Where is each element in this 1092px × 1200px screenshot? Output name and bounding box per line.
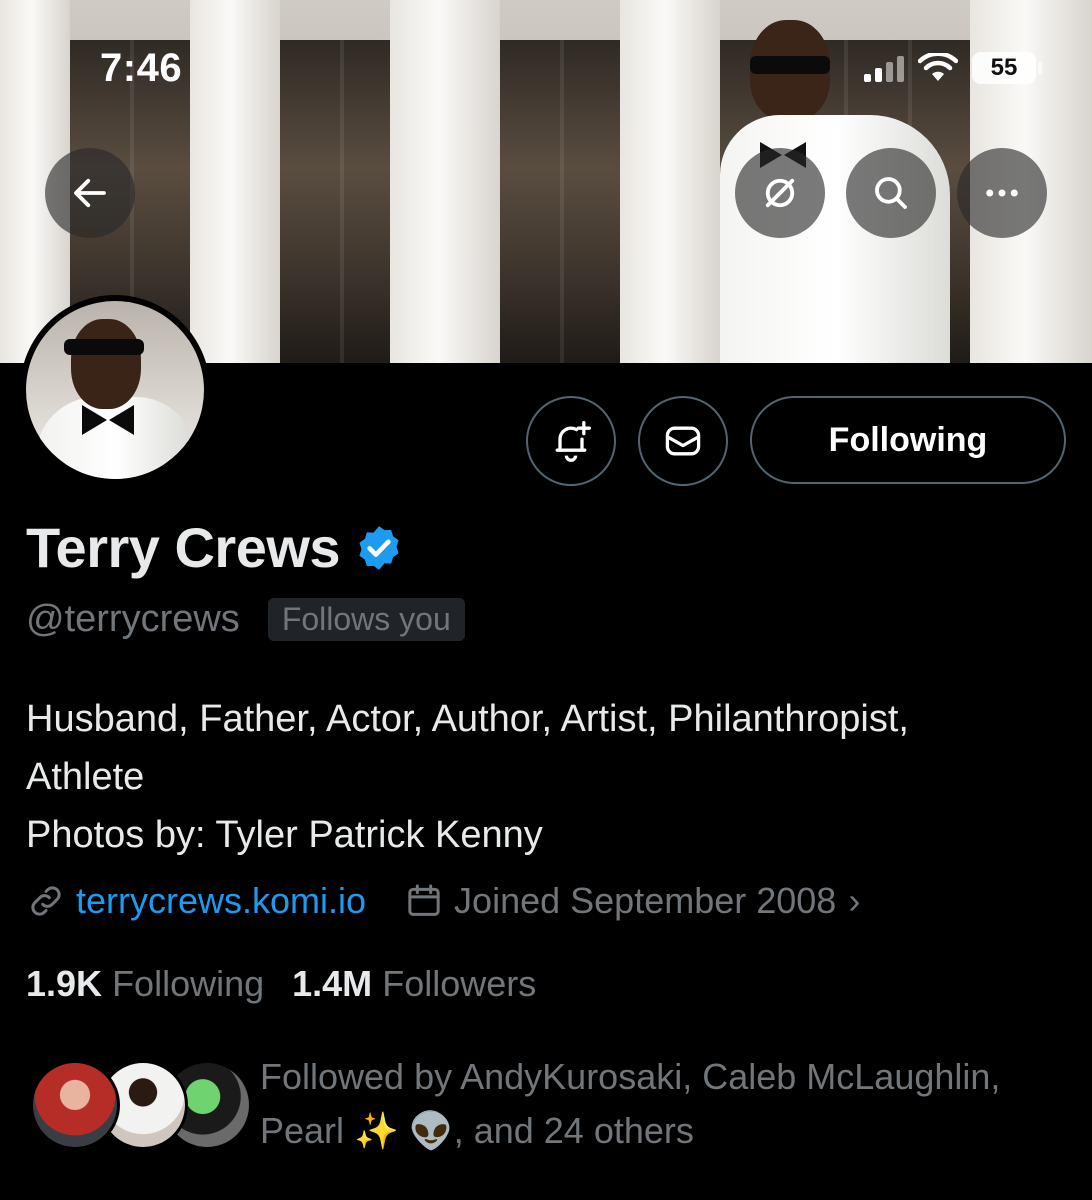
profile-avatar[interactable]	[20, 295, 210, 485]
bell-plus-icon	[555, 421, 591, 462]
name-row: Terry Crews	[26, 515, 404, 580]
banner-pillar	[190, 0, 280, 363]
verified-badge-icon[interactable]	[354, 523, 404, 573]
message-button[interactable]	[638, 396, 728, 486]
link-icon	[31, 886, 61, 916]
profile-meta: terrycrews.komi.io Joined September 2008…	[26, 880, 860, 922]
back-button[interactable]	[45, 148, 135, 238]
handle: @terrycrews	[26, 598, 240, 640]
followed-by-suffix: , and 24 others	[453, 1110, 694, 1151]
avatar	[30, 1060, 120, 1150]
bio-line: Photos by: Tyler Patrick Kenny	[26, 814, 543, 856]
notifications-button[interactable]	[526, 396, 616, 486]
followed-by-text: Followed by AndyKurosaki, Caleb McLaughl…	[260, 1050, 1080, 1158]
battery-indicator: 55	[972, 52, 1042, 84]
followed-by[interactable]: Followed by AndyKurosaki, Caleb McLaughl…	[26, 1050, 1086, 1160]
followed-by-line: Followed by AndyKurosaki, Caleb McLaughl…	[260, 1056, 1001, 1097]
banner-pillar	[390, 0, 500, 363]
followers-label: Followers	[382, 963, 537, 1004]
followed-by-name: Pearl	[260, 1110, 345, 1151]
more-button[interactable]	[957, 148, 1047, 238]
grok-icon	[765, 178, 795, 208]
following-button[interactable]: Following	[750, 396, 1066, 484]
chevron-right-icon[interactable]: ›	[848, 880, 860, 922]
followers-count-link[interactable]: 1.4M Followers	[292, 963, 536, 1005]
banner-pillar	[620, 0, 720, 363]
bio: Husband, Father, Actor, Author, Artist, …	[26, 690, 1066, 864]
bio-line: Athlete	[26, 756, 145, 798]
followed-by-avatars	[26, 1060, 252, 1150]
signal-icon	[864, 54, 904, 82]
calendar-icon	[408, 884, 440, 916]
sparkles-alien-emoji: ✨ 👽	[354, 1110, 454, 1151]
banner-window	[280, 40, 390, 363]
status-time: 7:46	[100, 46, 183, 90]
following-count: 1.9K	[26, 963, 103, 1004]
following-count-link[interactable]: 1.9K Following	[26, 963, 264, 1005]
display-name: Terry Crews	[26, 516, 341, 579]
banner-window	[500, 40, 620, 363]
back-arrow-icon	[74, 178, 106, 208]
following-label: Following	[112, 963, 265, 1004]
search-icon	[875, 177, 907, 209]
handle-row: @terrycrews Follows you	[26, 598, 465, 641]
envelope-icon	[665, 426, 701, 456]
website-link[interactable]: terrycrews.komi.io	[76, 880, 366, 922]
search-button[interactable]	[846, 148, 936, 238]
followed-by-line: Pearl ✨ 👽, and 24 others	[260, 1104, 1080, 1158]
more-icon	[986, 189, 1018, 197]
bio-line: Husband, Father, Actor, Author, Artist, …	[26, 698, 909, 740]
grok-button[interactable]	[735, 148, 825, 238]
follow-counts: 1.9K Following 1.4M Followers	[26, 963, 536, 1005]
status-icons: 55	[864, 52, 1042, 84]
follows-you-badge: Follows you	[267, 598, 465, 641]
wifi-icon	[918, 53, 958, 81]
joined-date[interactable]: Joined September 2008	[454, 880, 836, 922]
followers-count: 1.4M	[292, 963, 373, 1004]
